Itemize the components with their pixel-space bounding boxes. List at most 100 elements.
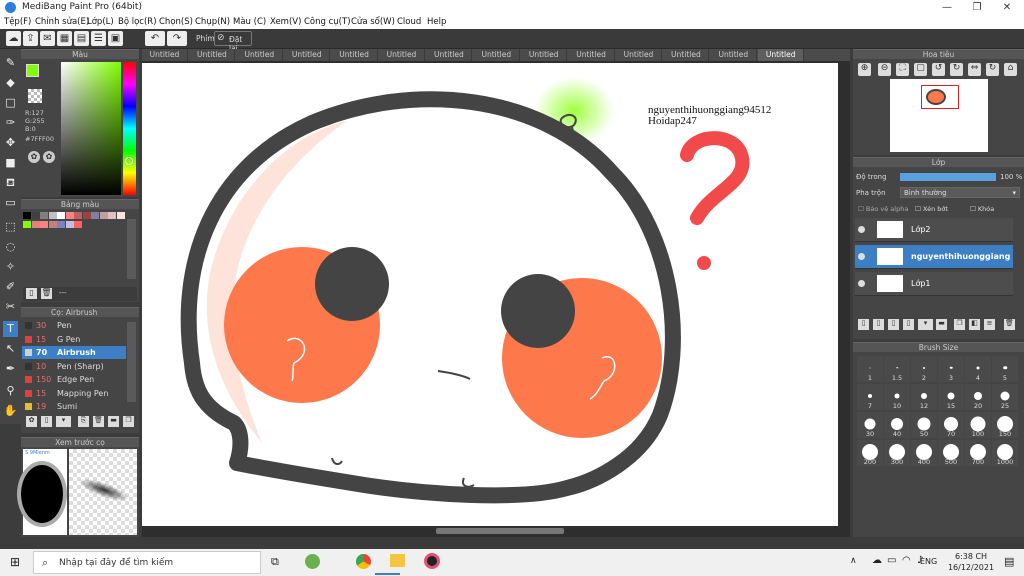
hue-slider-handle[interactable]	[125, 157, 133, 165]
brush-size-option[interactable]: 20	[965, 384, 991, 410]
menu-help[interactable]: Help	[427, 17, 446, 27]
lock-checkbox[interactable]: ☐ Khóa	[970, 205, 994, 213]
rotate-right-icon[interactable]: ↻	[950, 63, 963, 76]
document-tab[interactable]: Untitled	[379, 49, 425, 61]
close-button[interactable]: ✕	[992, 0, 1022, 15]
brush-size-option[interactable]: 400	[911, 440, 937, 466]
select-eraser-icon[interactable]: ✂	[3, 299, 18, 315]
menu-view[interactable]: Xem(V)	[270, 17, 301, 27]
menu-select[interactable]: Chọn(S)	[159, 17, 193, 27]
duplicate-layer-icon[interactable]: ❐	[954, 319, 965, 330]
add-brush-icon[interactable]: ▾	[56, 416, 71, 427]
brush-size-option[interactable]: 10	[884, 384, 910, 410]
cloud-icon[interactable]: ☁	[6, 31, 21, 46]
magic-wand-icon[interactable]: ✧	[3, 259, 18, 275]
brush-size-option[interactable]: 700	[965, 440, 991, 466]
clipping-checkbox[interactable]: ☐ Xén bớt	[915, 205, 948, 213]
new-layer-icon[interactable]: ▯	[858, 319, 869, 330]
palette-swatch[interactable]	[48, 221, 57, 228]
document-tab[interactable]: Untitled	[426, 49, 473, 61]
brush-size-option[interactable]: 2	[911, 356, 937, 382]
windows-start-icon[interactable]: ⊞	[10, 556, 22, 568]
select-rect-icon[interactable]: ⬚	[3, 219, 18, 235]
palette-swatch[interactable]	[82, 212, 91, 219]
foreground-color-swatch[interactable]	[26, 64, 39, 77]
palette-swatch[interactable]	[57, 221, 65, 228]
document-tab[interactable]: Untitled	[189, 49, 236, 61]
brush-size-option[interactable]: 200	[857, 440, 883, 466]
transparent-swatch[interactable]	[28, 89, 42, 103]
layer-row[interactable]: nguyenthihuonggiang	[855, 245, 1013, 269]
flip-icon[interactable]: ⇔	[968, 63, 981, 76]
fit-icon[interactable]: ⛶	[896, 63, 909, 76]
brush-window-icon[interactable]: ❐	[123, 416, 134, 427]
medibang-app-icon[interactable]	[424, 553, 440, 569]
brush-size-option[interactable]: 40	[884, 412, 910, 438]
hand-tool-icon[interactable]: ✋	[3, 403, 18, 419]
palette-swatch[interactable]	[108, 212, 116, 219]
lock-view-icon[interactable]: ⌂	[1004, 63, 1017, 76]
protect-alpha-checkbox[interactable]: ☐ Bảo vệ alpha	[858, 205, 908, 213]
grid-icon[interactable]: ▤	[74, 31, 89, 46]
brush-size-option[interactable]: 7	[857, 384, 883, 410]
brush-size-option[interactable]: 1.5	[884, 356, 910, 382]
brush-size-option[interactable]: 1000	[992, 440, 1018, 466]
lasso-tool-icon[interactable]: ◌	[3, 239, 18, 255]
eyedropper-tool-icon[interactable]: ⚲	[3, 383, 18, 399]
brush-size-option[interactable]: 100	[965, 412, 991, 438]
selection-pen-icon[interactable]: ✑	[3, 115, 18, 131]
new-palette-icon[interactable]: ▯	[26, 288, 37, 299]
window-icon[interactable]: ▣	[108, 31, 123, 46]
menu-filter[interactable]: Bộ lọc(R)	[118, 17, 157, 27]
brush-item[interactable]: 70 Airbrush	[22, 346, 126, 359]
color-wheel-icon[interactable]: ✿	[28, 151, 40, 163]
text-tool-icon[interactable]: T	[3, 321, 18, 337]
eraser-tool-icon[interactable]: ◆	[3, 75, 18, 91]
brush-size-option[interactable]: 25	[992, 384, 1018, 410]
merge-layer-icon[interactable]: ◧	[969, 319, 980, 330]
document-tab[interactable]: Untitled	[569, 49, 615, 61]
palette-swatch[interactable]	[116, 212, 125, 219]
navigator-preview[interactable]	[890, 79, 988, 152]
maximize-button[interactable]: ❐	[962, 0, 992, 15]
move-tool-icon[interactable]: ✥	[3, 135, 18, 151]
palette-swatch[interactable]	[48, 212, 57, 219]
document-tab[interactable]: Untitled	[616, 49, 662, 61]
document-tab[interactable]: Untitled	[332, 49, 378, 61]
palette-swatch[interactable]	[99, 212, 108, 219]
new-1bit-layer-icon[interactable]: ▯	[903, 319, 914, 330]
palette-swatch[interactable]	[57, 212, 65, 219]
bucket-tool-icon[interactable]: ⛾	[3, 175, 18, 191]
document-tab[interactable]: Untitled	[142, 49, 188, 61]
upload-icon[interactable]: ⇪	[23, 31, 38, 46]
palette-swatch[interactable]	[74, 221, 82, 228]
brush-size-option[interactable]: 150	[992, 412, 1018, 438]
reset-view-icon[interactable]: ↻	[986, 63, 999, 76]
palette-swatch[interactable]	[91, 212, 99, 219]
wechat-app-icon[interactable]	[305, 554, 320, 569]
blend-mode-select[interactable]: Bình thường ▾	[900, 187, 1020, 198]
brush-delete-icon[interactable]: 🗑	[93, 416, 104, 427]
undo-icon[interactable]: ↶	[145, 31, 165, 46]
document-tab[interactable]: Untitled	[663, 49, 710, 61]
brush-size-option[interactable]: 500	[938, 440, 964, 466]
list-icon[interactable]: ☰	[91, 31, 106, 46]
brush-item[interactable]: 10 Pen (Sharp)	[22, 360, 126, 373]
brush-size-option[interactable]: 3	[938, 356, 964, 382]
rectangle-tool-icon[interactable]: □	[3, 95, 18, 111]
brush-size-option[interactable]: 4	[965, 356, 991, 382]
layer-row[interactable]: Lớp2	[855, 218, 1013, 242]
hue-slider[interactable]	[123, 62, 136, 195]
brush-item[interactable]: 15 Mapping Pen	[22, 387, 126, 400]
zoom-out-icon[interactable]: ⊖	[878, 63, 891, 76]
reset-button[interactable]: ⊘ Đặt lại	[214, 31, 252, 53]
wifi-icon[interactable]: ◠	[902, 555, 911, 566]
menu-cloud[interactable]: Cloud	[397, 17, 421, 27]
palette-swatch[interactable]	[40, 221, 48, 228]
zoom-in-icon[interactable]: ⊕	[858, 63, 871, 76]
palette-swatch[interactable]	[74, 212, 82, 219]
add-layer-menu-icon[interactable]: ▾	[918, 319, 933, 330]
delete-palette-icon[interactable]: 🗑	[41, 288, 52, 299]
task-view-icon[interactable]: ⧉	[271, 555, 279, 569]
brush-size-option[interactable]: 12	[911, 384, 937, 410]
